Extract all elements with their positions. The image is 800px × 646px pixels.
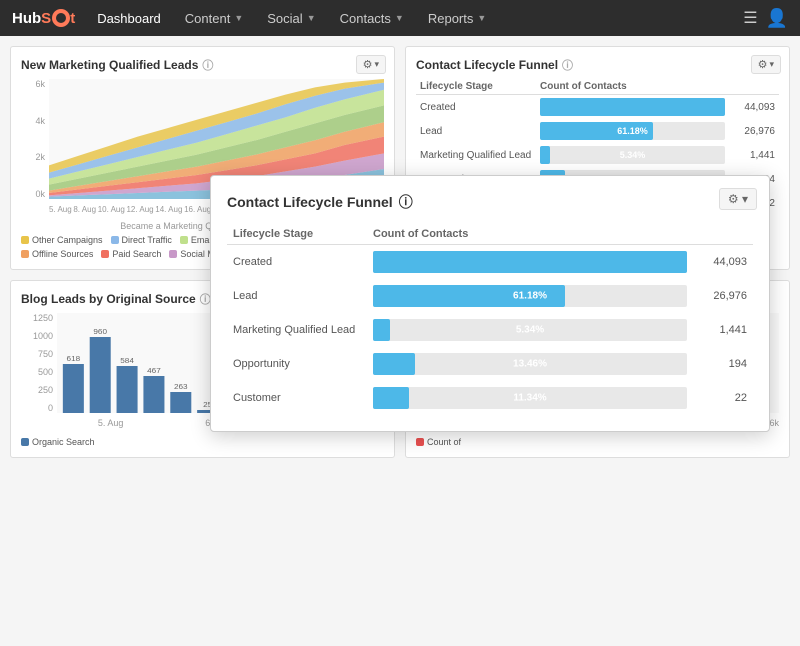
- svg-text:584: 584: [120, 357, 134, 365]
- modal-bar-container: 5.34%: [373, 319, 687, 341]
- modal-funnel-table: Lifecycle Stage Count of Contacts Create…: [227, 224, 753, 415]
- card2-gear[interactable]: ⚙ ▾: [751, 55, 781, 74]
- info-icon[interactable]: ⓘ: [202, 57, 213, 73]
- legend-paid-search: Paid Search: [101, 249, 161, 259]
- modal-funnel-row: Marketing Qualified Lead 5.34% 1,441: [227, 313, 753, 347]
- bar-container: 5.34%: [540, 146, 725, 164]
- chart3-yaxis: 1250 1000 750 500 250 0: [21, 313, 57, 413]
- svg-text:467: 467: [147, 367, 161, 375]
- funnel-row: Lead 61.18% 26,976: [416, 119, 779, 143]
- legend-offline-sources: Offline Sources: [21, 249, 93, 259]
- bar-container: 61.18%: [540, 122, 725, 140]
- chart3-legend: Organic Search: [21, 437, 384, 447]
- chart1-yaxis: 6k 4k 2k 0k: [21, 79, 49, 199]
- modal-bar-container: 61.18%: [373, 285, 687, 307]
- modal-gear[interactable]: ⚙ ▾: [719, 188, 757, 210]
- modal-info-icon[interactable]: ⓘ: [399, 192, 413, 212]
- funnel-row: Marketing Qualified Lead 5.34% 1,441: [416, 143, 779, 167]
- modal-title: Contact Lifecycle Funnel ⓘ: [227, 192, 753, 212]
- modal-bar-container: [373, 251, 687, 273]
- navbar: Hub S t Dashboard Content▼ Social▼ Conta…: [0, 0, 800, 36]
- bar-fill: [540, 146, 550, 164]
- legend-count-of: Count of: [416, 437, 461, 447]
- legend-direct-traffic: Direct Traffic: [111, 235, 172, 245]
- modal-bar-fill: [373, 353, 415, 375]
- card1-title: New Marketing Qualified Leads ⓘ: [21, 57, 384, 73]
- modal-lifecycle-funnel[interactable]: Contact Lifecycle Funnel ⓘ ⚙ ▾ Lifecycle…: [210, 175, 770, 432]
- modal-funnel-row: Opportunity 13.46% 194: [227, 347, 753, 381]
- funnel-row: Created 44,093: [416, 95, 779, 120]
- card1-gear[interactable]: ⚙ ▾: [356, 55, 386, 74]
- bar-container: [540, 98, 725, 116]
- modal-funnel-row: Customer 11.34% 22: [227, 381, 753, 415]
- modal-bar-fill: [373, 387, 409, 409]
- svg-text:960: 960: [93, 328, 107, 336]
- chart4-legend: Count of: [416, 437, 779, 447]
- nav-reports[interactable]: Reports▼: [418, 0, 496, 36]
- hubspot-logo: Hub S t: [12, 9, 75, 27]
- modal-bar-container: 13.46%: [373, 353, 687, 375]
- legend-other-campaigns: Other Campaigns: [21, 235, 103, 245]
- user-icon[interactable]: 👤: [766, 8, 788, 29]
- modal-bar-fill: [373, 319, 390, 341]
- nav-dashboard[interactable]: Dashboard: [87, 0, 171, 36]
- navbar-right: ☰ 👤: [743, 8, 788, 29]
- card2-title: Contact Lifecycle Funnel ⓘ: [416, 57, 779, 73]
- modal-bar-container: 11.34%: [373, 387, 687, 409]
- modal-funnel-row: Lead 61.18% 26,976: [227, 279, 753, 313]
- nav-contacts[interactable]: Contacts▼: [330, 0, 414, 36]
- menu-icon[interactable]: ☰: [743, 8, 757, 28]
- svg-text:263: 263: [174, 383, 188, 391]
- modal-bar-fill: [373, 251, 687, 273]
- modal-funnel-row: Created 44,093: [227, 245, 753, 280]
- nav-social[interactable]: Social▼: [257, 0, 325, 36]
- legend-organic-search-3: Organic Search: [21, 437, 95, 447]
- svg-text:618: 618: [67, 355, 81, 363]
- bar-fill: [540, 98, 725, 116]
- info-icon-2[interactable]: ⓘ: [562, 57, 573, 73]
- nav-content[interactable]: Content▼: [175, 0, 253, 36]
